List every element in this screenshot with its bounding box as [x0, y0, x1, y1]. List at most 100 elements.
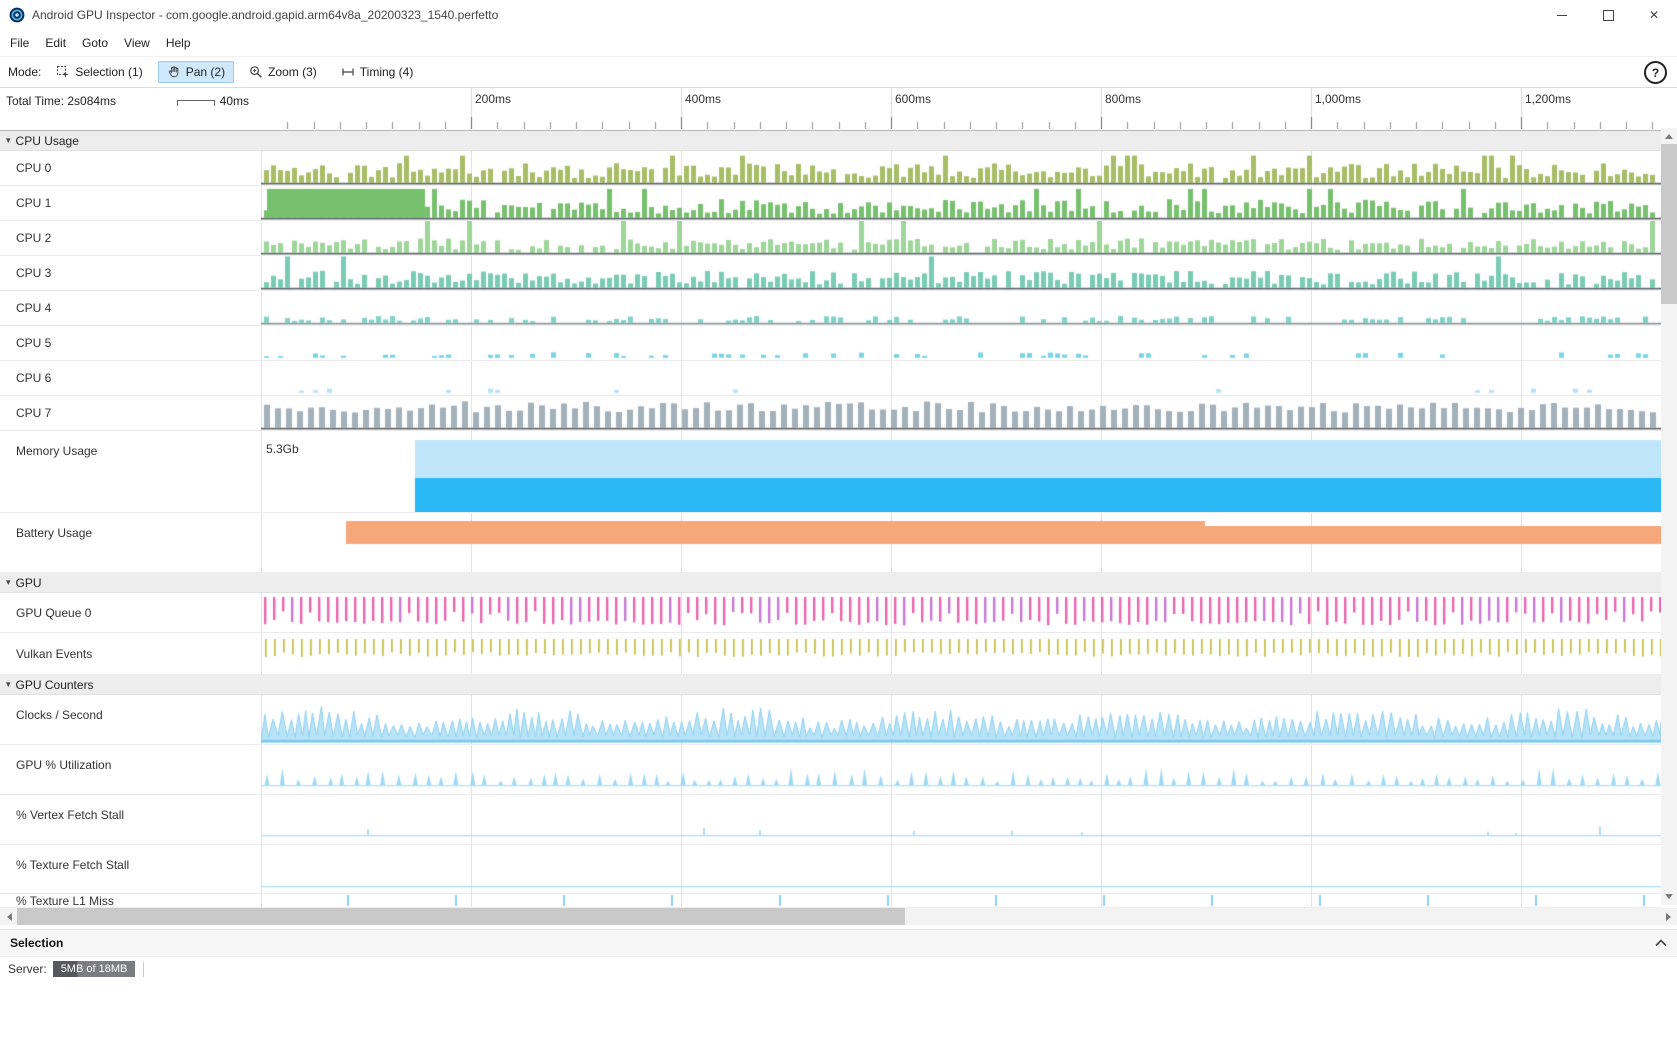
ruler-tick-label: 200ms [475, 92, 511, 106]
track-label-text: CPU 3 [16, 266, 51, 280]
selection-icon [56, 65, 70, 79]
track-label-text: % Texture L1 Miss [16, 894, 114, 908]
window-controls: ✕ [1539, 0, 1677, 30]
track-label-texture-fetch-stall: % Texture Fetch Stall [0, 845, 261, 894]
scroll-left-button[interactable] [0, 908, 17, 925]
title-bar: Android GPU Inspector - com.google.andro… [0, 0, 1677, 30]
track-canvas-cpu-3[interactable] [261, 256, 1661, 290]
status-bar: Server: 5MB of 18MB [0, 957, 1677, 981]
section-label: GPU Counters [16, 678, 94, 692]
track-row-clocks-second: Clocks / Second [0, 695, 1661, 745]
track-label-text: CPU 0 [16, 161, 51, 175]
track-canvas-vulkan-events[interactable] [261, 633, 1661, 674]
track-chart-cpu-1[interactable] [261, 186, 1661, 221]
menu-file[interactable]: File [2, 32, 37, 54]
track-canvas-vertex-fetch-stall[interactable] [261, 795, 1661, 844]
track-canvas-clocks-second[interactable] [261, 695, 1661, 744]
timeline-ruler[interactable]: 200ms400ms600ms800ms1,000ms1,200ms [261, 88, 1677, 130]
menu-goto[interactable]: Goto [74, 32, 116, 54]
scroll-down-icon [1665, 894, 1673, 903]
track-canvas-texture-l1-miss[interactable] [261, 894, 1661, 907]
track-canvas-cpu-1[interactable] [261, 186, 1661, 220]
track-chart-texture-l1-miss[interactable] [261, 894, 1661, 908]
status-separator [143, 962, 144, 977]
track-chart-cpu-4[interactable] [261, 291, 1661, 326]
section-header-gpu[interactable]: ▾GPU [0, 573, 1661, 593]
pan-mode-button[interactable]: Pan (2) [158, 61, 234, 83]
track-chart-gpu-queue-0[interactable] [261, 593, 1661, 633]
track-chart-cpu-5[interactable] [261, 326, 1661, 361]
scroll-down-button[interactable] [1661, 889, 1677, 905]
track-label-cpu-5: CPU 5 [0, 326, 261, 361]
track-row-texture-l1-miss: % Texture L1 Miss [0, 894, 1661, 908]
server-memory-badge: 5MB of 18MB [53, 961, 136, 977]
track-label-text: CPU 6 [16, 371, 51, 385]
close-button[interactable]: ✕ [1631, 0, 1677, 30]
track-chart-cpu-0[interactable] [261, 151, 1661, 186]
help-button[interactable]: ? [1644, 61, 1667, 84]
track-label-vulkan-events: Vulkan Events [0, 633, 261, 675]
track-row-memory-usage: Memory Usage 5.3Gb [0, 431, 1661, 513]
vertical-scrollbar[interactable] [1661, 128, 1677, 905]
track-row-cpu-4: CPU 4 [0, 291, 1661, 326]
track-chart-texture-fetch-stall[interactable] [261, 845, 1661, 894]
timing-mode-button[interactable]: Timing (4) [332, 61, 423, 83]
maximize-button[interactable] [1585, 0, 1631, 30]
track-chart-vulkan-events[interactable] [261, 633, 1661, 675]
track-row-cpu-1: CPU 1 [0, 186, 1661, 221]
zoom-mode-button[interactable]: Zoom (3) [240, 61, 326, 83]
track-label-vertex-fetch-stall: % Vertex Fetch Stall [0, 795, 261, 845]
track-chart-memory-usage[interactable]: 5.3Gb [261, 431, 1661, 513]
track-label-cpu-1: CPU 1 [0, 186, 261, 221]
track-label-text: Memory Usage [16, 444, 97, 458]
track-chart-gpu-utilization[interactable] [261, 745, 1661, 795]
scroll-right-button[interactable] [1660, 908, 1677, 925]
track-canvas-battery-usage[interactable] [261, 513, 1661, 572]
timing-mode-label: Timing (4) [360, 65, 414, 79]
track-chart-battery-usage[interactable] [261, 513, 1661, 573]
ruler-tick-label: 400ms [685, 92, 721, 106]
track-chart-vertex-fetch-stall[interactable] [261, 795, 1661, 845]
track-canvas-texture-fetch-stall[interactable] [261, 845, 1661, 893]
track-row-texture-fetch-stall: % Texture Fetch Stall [0, 845, 1661, 894]
track-canvas-gpu-utilization[interactable] [261, 745, 1661, 794]
track-canvas-cpu-0[interactable] [261, 151, 1661, 185]
minimize-button[interactable] [1539, 0, 1585, 30]
track-canvas-gpu-queue-0[interactable] [261, 593, 1661, 632]
ruler-summary: Total Time: 2s084ms 40ms [0, 88, 261, 130]
track-row-cpu-6: CPU 6 [0, 361, 1661, 396]
track-label-text: GPU % Utilization [16, 758, 111, 772]
menu-edit[interactable]: Edit [37, 32, 74, 54]
track-chart-cpu-2[interactable] [261, 221, 1661, 256]
menu-view[interactable]: View [116, 32, 158, 54]
collapse-selection-button[interactable] [1655, 939, 1667, 947]
scroll-up-button[interactable] [1661, 128, 1677, 144]
track-canvas-cpu-6[interactable] [261, 361, 1661, 395]
collapse-triangle-icon: ▾ [6, 679, 11, 690]
track-label-text: % Vertex Fetch Stall [16, 808, 124, 822]
track-chart-clocks-second[interactable] [261, 695, 1661, 745]
track-canvas-cpu-2[interactable] [261, 221, 1661, 255]
horizontal-scrollbar[interactable] [0, 908, 1677, 925]
agi-window: Android GPU Inspector - com.google.andro… [0, 0, 1677, 1039]
selection-mode-button[interactable]: Selection (1) [47, 61, 151, 83]
horizontal-scrollbar-thumb[interactable] [17, 908, 905, 925]
track-chart-cpu-6[interactable] [261, 361, 1661, 396]
track-chart-cpu-7[interactable] [261, 396, 1661, 431]
track-canvas-cpu-4[interactable] [261, 291, 1661, 325]
track-canvas-cpu-7[interactable] [261, 396, 1661, 430]
selection-panel-header: Selection [0, 929, 1677, 957]
track-canvas-memory-usage[interactable] [261, 431, 1661, 512]
zoom-icon [249, 65, 263, 79]
menu-help[interactable]: Help [158, 32, 199, 54]
section-header-gpu-counters[interactable]: ▾ GPU Counters [0, 675, 1661, 695]
scale-label: 40ms [220, 94, 249, 108]
chevron-up-icon [1655, 939, 1667, 947]
section-header-cpu-usage[interactable]: ▾CPU Usage [0, 131, 1661, 151]
scroll-right-icon [1666, 913, 1675, 921]
track-canvas-cpu-5[interactable] [261, 326, 1661, 360]
vertical-scrollbar-thumb[interactable] [1661, 144, 1677, 304]
track-label-cpu-7: CPU 7 [0, 396, 261, 431]
menu-bar: File Edit Goto View Help [0, 30, 1677, 56]
track-chart-cpu-3[interactable] [261, 256, 1661, 291]
